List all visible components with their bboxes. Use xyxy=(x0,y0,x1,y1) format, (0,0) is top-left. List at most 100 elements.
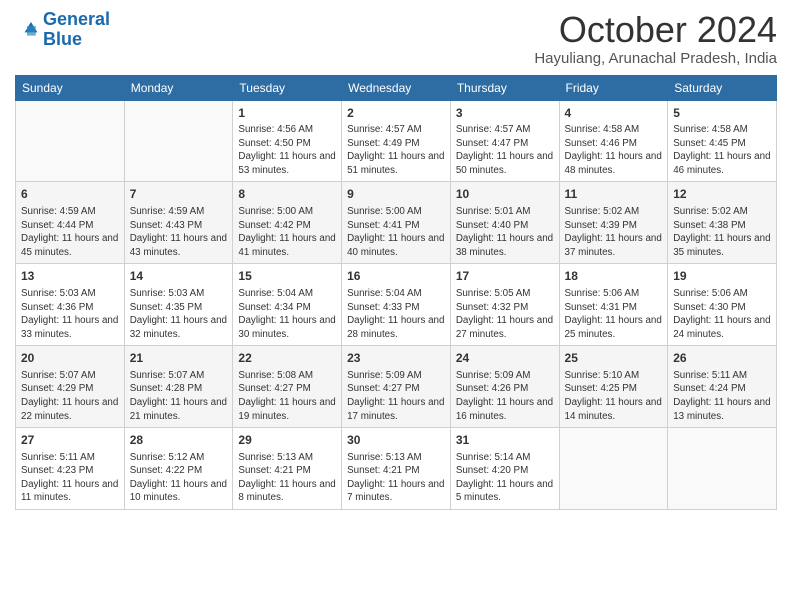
table-row: 22Sunrise: 5:08 AM Sunset: 4:27 PM Dayli… xyxy=(233,346,342,428)
day-number: 31 xyxy=(456,432,554,449)
table-row: 8Sunrise: 5:00 AM Sunset: 4:42 PM Daylig… xyxy=(233,182,342,264)
day-info: Sunrise: 5:06 AM Sunset: 4:30 PM Dayligh… xyxy=(673,287,771,341)
table-row: 28 Sunrise: 5:12 AM Sunset: 4:22 PM Dayli… xyxy=(124,428,233,510)
day-number: 14 xyxy=(130,268,228,285)
day-number: 16 xyxy=(347,268,445,285)
col-monday: Monday xyxy=(124,75,233,100)
table-row: 3Sunrise: 4:57 AM Sunset: 4:47 PM Daylig… xyxy=(450,100,559,182)
day-info: Sunrise: 5:11 AM Sunset: 4:24 PM Dayligh… xyxy=(673,369,771,423)
table-row: 9Sunrise: 5:00 AM Sunset: 4:41 PM Daylig… xyxy=(342,182,451,264)
table-row: 20 Sunrise: 5:07 AM Sunset: 4:29 PM Dayli… xyxy=(16,346,125,428)
day-number: 23 xyxy=(347,350,445,367)
day-number: 19 xyxy=(673,268,771,285)
table-row: 18 Sunrise: 5:06 AM Sunset: 4:31 PM Dayli… xyxy=(559,264,668,346)
day-number: 2 xyxy=(347,105,445,122)
day-number: 5 xyxy=(673,105,771,122)
day-info: Sunrise: 5:09 AM Sunset: 4:27 PM Dayligh… xyxy=(347,369,445,423)
day-number: 9 xyxy=(347,186,445,203)
day-info: Sunrise: 5:10 AM Sunset: 4:25 PM Dayligh… xyxy=(565,369,663,423)
table-row: 14 Sunrise: 5:03 AM Sunset: 4:35 PM Dayli… xyxy=(124,264,233,346)
day-number: 6 xyxy=(21,186,119,203)
day-info: Sunrise: 5:13 AM Sunset: 4:21 PM Dayligh… xyxy=(238,451,336,505)
day-number: 20 xyxy=(21,350,119,367)
col-friday: Friday xyxy=(559,75,668,100)
day-info: Sunrise: 4:59 AM Sunset: 4:43 PM Dayligh… xyxy=(130,205,228,259)
table-row: 10Sunrise: 5:01 AM Sunset: 4:40 PM Dayli… xyxy=(450,182,559,264)
table-row: 4Sunrise: 4:58 AM Sunset: 4:46 PM Daylig… xyxy=(559,100,668,182)
day-number: 15 xyxy=(238,268,336,285)
day-number: 10 xyxy=(456,186,554,203)
day-info: Sunrise: 4:58 AM Sunset: 4:46 PM Dayligh… xyxy=(565,123,663,177)
logo-line2: Blue xyxy=(43,30,110,50)
day-number: 25 xyxy=(565,350,663,367)
day-number: 12 xyxy=(673,186,771,203)
location-title: Hayuliang, Arunachal Pradesh, India xyxy=(534,50,777,67)
day-info: Sunrise: 5:02 AM Sunset: 4:38 PM Dayligh… xyxy=(673,205,771,259)
table-row: 21 Sunrise: 5:07 AM Sunset: 4:28 PM Dayli… xyxy=(124,346,233,428)
table-row: 17 Sunrise: 5:05 AM Sunset: 4:32 PM Dayli… xyxy=(450,264,559,346)
table-row: 24Sunrise: 5:09 AM Sunset: 4:26 PM Dayli… xyxy=(450,346,559,428)
day-info: Sunrise: 5:06 AM Sunset: 4:31 PM Dayligh… xyxy=(565,287,663,341)
day-info: Sunrise: 5:11 AM Sunset: 4:23 PM Dayligh… xyxy=(21,451,119,505)
table-row: 13 Sunrise: 5:03 AM Sunset: 4:36 PM Dayli… xyxy=(16,264,125,346)
day-info: Sunrise: 5:07 AM Sunset: 4:28 PM Dayligh… xyxy=(130,369,228,423)
table-row: 31Sunrise: 5:14 AM Sunset: 4:20 PM Dayli… xyxy=(450,428,559,510)
day-number: 22 xyxy=(238,350,336,367)
table-row: 19 Sunrise: 5:06 AM Sunset: 4:30 PM Dayli… xyxy=(668,264,777,346)
table-row xyxy=(559,428,668,510)
month-title: October 2024 xyxy=(534,10,777,50)
calendar-header-row: Sunday Monday Tuesday Wednesday Thursday… xyxy=(16,75,777,100)
table-row xyxy=(668,428,777,510)
col-tuesday: Tuesday xyxy=(233,75,342,100)
calendar-table: Sunday Monday Tuesday Wednesday Thursday… xyxy=(15,75,777,510)
table-row: 27 Sunrise: 5:11 AM Sunset: 4:23 PM Dayli… xyxy=(16,428,125,510)
logo-icon xyxy=(15,18,39,42)
table-row: 12 Sunrise: 5:02 AM Sunset: 4:38 PM Dayli… xyxy=(668,182,777,264)
day-info: Sunrise: 5:03 AM Sunset: 4:36 PM Dayligh… xyxy=(21,287,119,341)
day-number: 21 xyxy=(130,350,228,367)
day-number: 4 xyxy=(565,105,663,122)
day-info: Sunrise: 4:56 AM Sunset: 4:50 PM Dayligh… xyxy=(238,123,336,177)
day-number: 26 xyxy=(673,350,771,367)
table-row xyxy=(124,100,233,182)
table-row: 11Sunrise: 5:02 AM Sunset: 4:39 PM Dayli… xyxy=(559,182,668,264)
calendar-week-row: 6Sunrise: 4:59 AM Sunset: 4:44 PM Daylig… xyxy=(16,182,777,264)
day-number: 27 xyxy=(21,432,119,449)
day-info: Sunrise: 5:13 AM Sunset: 4:21 PM Dayligh… xyxy=(347,451,445,505)
day-number: 17 xyxy=(456,268,554,285)
table-row: 2Sunrise: 4:57 AM Sunset: 4:49 PM Daylig… xyxy=(342,100,451,182)
day-number: 3 xyxy=(456,105,554,122)
calendar-week-row: 1Sunrise: 4:56 AM Sunset: 4:50 PM Daylig… xyxy=(16,100,777,182)
page: General Blue October 2024 Hayuliang, Aru… xyxy=(0,0,792,612)
day-number: 29 xyxy=(238,432,336,449)
col-thursday: Thursday xyxy=(450,75,559,100)
day-number: 13 xyxy=(21,268,119,285)
day-number: 28 xyxy=(130,432,228,449)
day-number: 18 xyxy=(565,268,663,285)
day-info: Sunrise: 5:12 AM Sunset: 4:22 PM Dayligh… xyxy=(130,451,228,505)
table-row: 5Sunrise: 4:58 AM Sunset: 4:45 PM Daylig… xyxy=(668,100,777,182)
table-row: 29 Sunrise: 5:13 AM Sunset: 4:21 PM Dayli… xyxy=(233,428,342,510)
calendar-week-row: 20 Sunrise: 5:07 AM Sunset: 4:29 PM Dayli… xyxy=(16,346,777,428)
logo: General Blue xyxy=(15,10,110,50)
table-row: 25 Sunrise: 5:10 AM Sunset: 4:25 PM Dayli… xyxy=(559,346,668,428)
day-number: 7 xyxy=(130,186,228,203)
day-info: Sunrise: 5:09 AM Sunset: 4:26 PM Dayligh… xyxy=(456,369,554,423)
table-row: 15 Sunrise: 5:04 AM Sunset: 4:34 PM Dayli… xyxy=(233,264,342,346)
header: General Blue October 2024 Hayuliang, Aru… xyxy=(15,10,777,67)
day-number: 30 xyxy=(347,432,445,449)
title-section: October 2024 Hayuliang, Arunachal Prades… xyxy=(534,10,777,67)
day-info: Sunrise: 5:05 AM Sunset: 4:32 PM Dayligh… xyxy=(456,287,554,341)
day-info: Sunrise: 5:07 AM Sunset: 4:29 PM Dayligh… xyxy=(21,369,119,423)
logo-line1: General xyxy=(43,9,110,29)
calendar-week-row: 13 Sunrise: 5:03 AM Sunset: 4:36 PM Dayli… xyxy=(16,264,777,346)
day-info: Sunrise: 4:57 AM Sunset: 4:47 PM Dayligh… xyxy=(456,123,554,177)
table-row: 6Sunrise: 4:59 AM Sunset: 4:44 PM Daylig… xyxy=(16,182,125,264)
table-row: 26 Sunrise: 5:11 AM Sunset: 4:24 PM Dayli… xyxy=(668,346,777,428)
day-number: 8 xyxy=(238,186,336,203)
day-info: Sunrise: 5:04 AM Sunset: 4:33 PM Dayligh… xyxy=(347,287,445,341)
day-info: Sunrise: 5:04 AM Sunset: 4:34 PM Dayligh… xyxy=(238,287,336,341)
logo-text: General Blue xyxy=(43,10,110,50)
table-row xyxy=(16,100,125,182)
day-info: Sunrise: 5:03 AM Sunset: 4:35 PM Dayligh… xyxy=(130,287,228,341)
